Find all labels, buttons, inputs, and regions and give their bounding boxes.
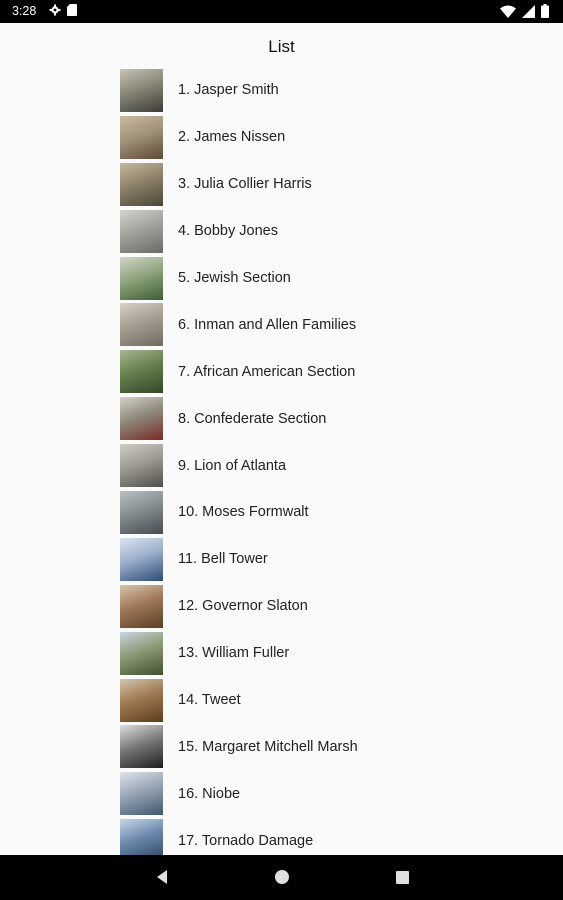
list-item-thumbnail <box>120 490 163 534</box>
list-item-label: 8. Confederate Section <box>178 410 327 427</box>
list-item-thumbnail <box>120 162 163 206</box>
home-icon[interactable] <box>272 867 292 887</box>
list-item[interactable]: 9. Lion of Atlanta <box>120 442 540 489</box>
battery-icon <box>541 4 549 21</box>
list-item-thumbnail <box>120 819 163 855</box>
list-item[interactable]: 13. William Fuller <box>120 630 540 677</box>
list-item-thumbnail <box>120 115 163 159</box>
list-item-thumbnail <box>120 772 163 816</box>
list-item[interactable]: 8. Confederate Section <box>120 395 540 442</box>
list-item-label: 6. Inman and Allen Families <box>178 316 357 333</box>
item-list: 1. Jasper Smith 2. James Nissen 3. Julia C… <box>120 67 540 855</box>
list-item-label: 11. Bell Tower <box>178 551 268 568</box>
signal-icon <box>522 4 535 21</box>
list-item-label: 17. Tornado Damage <box>178 832 314 849</box>
list-item[interactable]: 6. Inman and Allen Families <box>120 301 540 348</box>
list-item-thumbnail <box>120 678 163 722</box>
list-item[interactable]: 4. Bobby Jones <box>120 208 540 255</box>
list-item-label: 4. Bobby Jones <box>178 223 278 240</box>
list-item[interactable]: 12. Governor Slaton <box>120 583 540 630</box>
status-bar: 3:28 <box>0 0 563 23</box>
list-item-thumbnail <box>120 68 163 112</box>
list-item-thumbnail <box>120 631 163 675</box>
list-item-label: 5. Jewish Section <box>178 270 291 286</box>
list-item[interactable]: 16. Niobe <box>120 770 540 817</box>
list-item-thumbnail <box>120 725 163 769</box>
list-item[interactable]: 11. Bell Tower <box>120 536 540 583</box>
list-item[interactable]: 3. Julia Collier Harris <box>120 161 540 208</box>
list-item[interactable]: 2. James Nissen <box>120 114 540 161</box>
list-item-label: 16. Niobe <box>178 785 241 802</box>
list-item-label: 2. James Nissen <box>178 129 286 146</box>
list-item-label: 3. Julia Collier Harris <box>178 176 312 193</box>
back-icon[interactable] <box>152 867 172 887</box>
list-item-label: 14. Tweet <box>178 692 241 709</box>
main-content: List 1. Jasper Smith 2. James Nissen 3. Ju… <box>0 23 563 855</box>
list-item-thumbnail <box>120 537 163 581</box>
list-item-thumbnail <box>120 256 163 300</box>
list-item-thumbnail <box>120 584 163 628</box>
list-item-label: 9. Lion of Atlanta <box>178 457 287 474</box>
list-item[interactable]: 1. Jasper Smith <box>120 67 540 114</box>
list-item[interactable]: 15. Margaret Mitchell Marsh <box>120 723 540 770</box>
list-item[interactable]: 5. Jewish Section <box>120 255 540 302</box>
list-item-thumbnail <box>120 350 163 394</box>
list-item-label: 12. Governor Slaton <box>178 598 308 615</box>
list-item[interactable]: 17. Tornado Damage <box>120 817 540 855</box>
list-item-thumbnail <box>120 209 163 253</box>
navigation-bar <box>0 855 563 900</box>
page-title: List <box>268 37 295 56</box>
list-item-label: 10. Moses Formwalt <box>178 504 309 521</box>
recents-icon[interactable] <box>392 867 412 887</box>
list-item-label: 7. African American Section <box>178 363 356 380</box>
list-item-thumbnail <box>120 303 163 347</box>
list-item[interactable]: 10. Moses Formwalt <box>120 489 540 536</box>
status-time: 3:28 <box>12 4 37 18</box>
sd-card-icon <box>67 4 77 19</box>
wifi-icon <box>500 5 516 21</box>
list-item[interactable]: 7. African American Section <box>120 348 540 395</box>
list-item[interactable]: 14. Tweet <box>120 677 540 724</box>
list-item-label: 1. Jasper Smith <box>178 82 279 99</box>
list-item-label: 15. Margaret Mitchell Marsh <box>178 738 358 755</box>
gear-icon <box>49 4 61 19</box>
list-item-thumbnail <box>120 397 163 441</box>
list-item-label: 13. William Fuller <box>178 645 290 662</box>
list-item-thumbnail <box>120 444 163 488</box>
